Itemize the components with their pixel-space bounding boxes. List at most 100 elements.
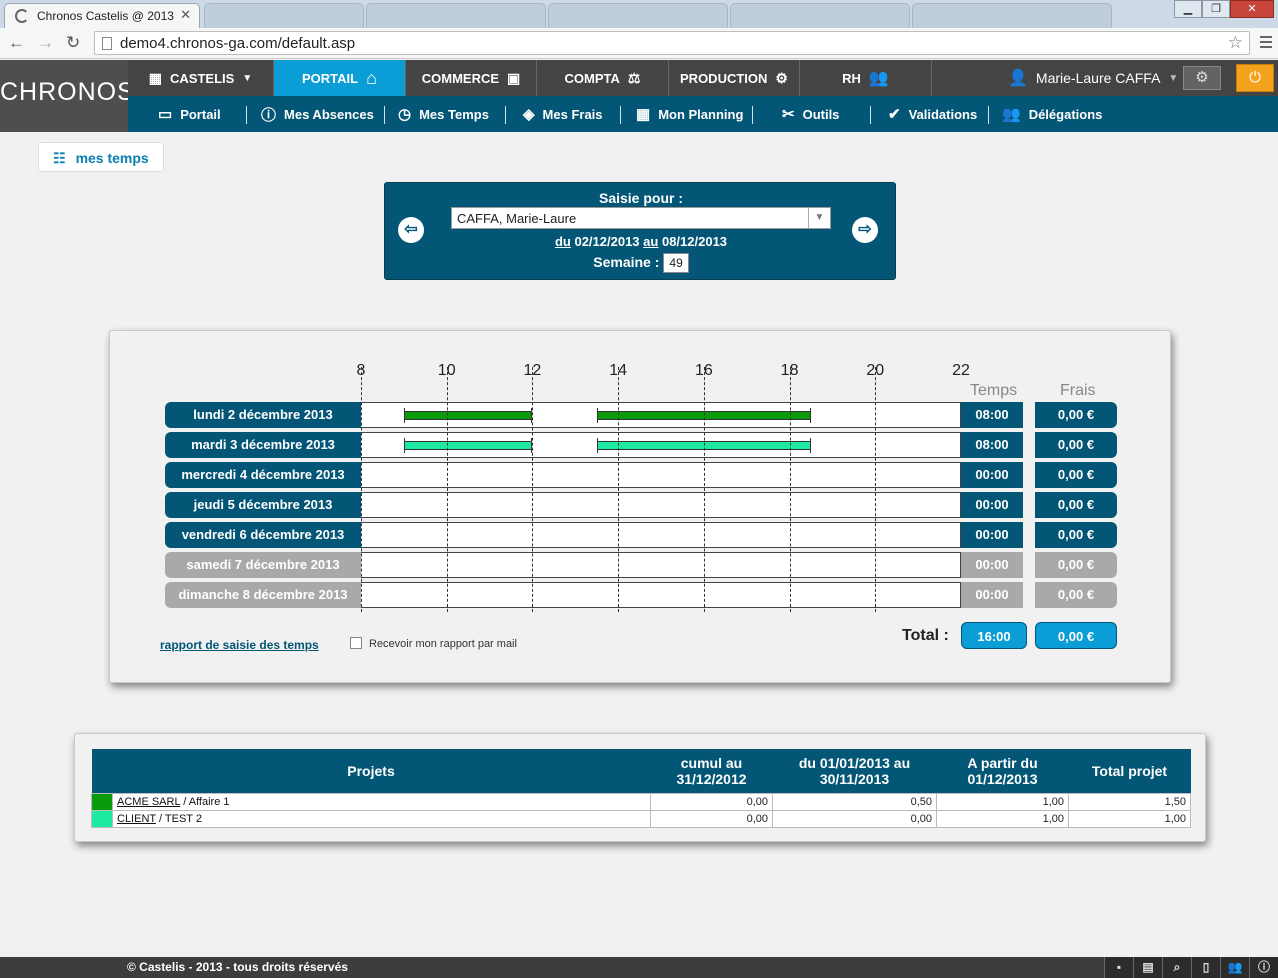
day-frais[interactable]: 0,00 € (1035, 462, 1117, 488)
project-color-swatch (91, 792, 113, 811)
back-icon[interactable]: ← (8, 33, 25, 53)
day-track[interactable] (361, 522, 961, 548)
browser-tab[interactable] (548, 3, 728, 28)
day-track[interactable] (361, 492, 961, 518)
maximize-icon[interactable]: ❐ (1202, 0, 1230, 18)
du-link[interactable]: du (555, 234, 571, 249)
hour-gridline (789, 367, 791, 612)
sub-navigation: ▭ Portail ⓘ Mes Absences ◷ Mes Temps ◈ Mes F… (128, 96, 1278, 132)
day-track[interactable] (361, 552, 961, 578)
logo[interactable]: CHRONOS (0, 60, 134, 132)
day-row[interactable]: samedi 7 décembre 2013 00:00 0,00 € (165, 552, 1172, 578)
topnav-label: COMMERCE (421, 70, 500, 86)
info-icon[interactable]: ⓘ (1249, 957, 1278, 978)
project-client-link[interactable]: CLIENT (117, 813, 156, 825)
day-label[interactable]: dimanche 8 décembre 2013 (165, 582, 361, 608)
subnav-mon-planning[interactable]: ▦ Mon Planning (636, 96, 743, 132)
day-label[interactable]: jeudi 5 décembre 2013 (165, 492, 361, 518)
day-label[interactable]: vendredi 6 décembre 2013 (165, 522, 361, 548)
day-frais[interactable]: 0,00 € (1035, 582, 1117, 608)
au-link[interactable]: au (643, 234, 658, 249)
day-frais[interactable]: 0,00 € (1035, 492, 1117, 518)
day-row[interactable]: lundi 2 décembre 2013 08:00 0,00 € (165, 402, 1172, 428)
project-client-link[interactable]: ACME SARL (117, 796, 180, 808)
prev-week-arrow-icon[interactable]: ⇦ (398, 217, 424, 243)
browser-tab-active[interactable]: Chronos Castelis @ 2013 ✕ (4, 3, 200, 28)
time-entry-bar[interactable] (403, 408, 533, 423)
day-label[interactable]: samedi 7 décembre 2013 (165, 552, 361, 578)
report-link[interactable]: rapport de saisie des temps (160, 638, 319, 652)
day-temps: 08:00 (961, 402, 1023, 428)
date-range: du 02/12/2013 au 08/12/2013 (385, 234, 897, 249)
day-track[interactable] (361, 432, 961, 458)
user-menu[interactable]: 👤 Marie-Laure CAFFA ▼ (1008, 60, 1178, 96)
project-name: ACME SARL / Affaire 1 (112, 792, 651, 811)
topnav-compta[interactable]: COMPTA ⚖ (537, 60, 669, 96)
day-track[interactable] (361, 582, 961, 608)
subnav-validations[interactable]: ✔ Validations (888, 96, 977, 132)
reload-icon[interactable]: ↻ (66, 33, 80, 53)
mail-report-checkbox[interactable] (350, 637, 362, 649)
users-icon[interactable]: 👥 (1220, 957, 1249, 978)
subnav-mes-frais[interactable]: ◈ Mes Frais (523, 96, 603, 132)
frais-column-header: Frais (1060, 382, 1096, 399)
forward-icon[interactable]: → (37, 33, 54, 53)
day-row[interactable]: vendredi 6 décembre 2013 00:00 0,00 € (165, 522, 1172, 548)
next-week-arrow-icon[interactable]: ⇨ (852, 217, 878, 243)
settings-button[interactable]: ⚙ (1183, 66, 1221, 90)
excel-icon[interactable]: ▤ (1133, 957, 1162, 978)
day-frais[interactable]: 0,00 € (1035, 432, 1117, 458)
topnav-production[interactable]: PRODUCTION ⚙ (669, 60, 800, 96)
topnav-portail[interactable]: PORTAIL ⌂ (274, 60, 406, 96)
subnav-delegations[interactable]: 👥 Délégations (1002, 96, 1102, 132)
time-entry-bar[interactable] (403, 438, 533, 453)
bookmark-star-icon[interactable]: ☆ (1228, 33, 1243, 53)
day-row[interactable]: mardi 3 décembre 2013 08:00 0,00 € (165, 432, 1172, 458)
browser-tab[interactable] (912, 3, 1112, 28)
save-icon[interactable]: ▪ (1104, 957, 1133, 978)
minimize-icon[interactable]: ▁ (1174, 0, 1202, 18)
total-temps: 16:00 (961, 622, 1027, 649)
topnav-rh[interactable]: RH 👥 (800, 60, 932, 96)
project-affaire-link[interactable]: / Affaire 1 (180, 796, 229, 808)
browser-menu-icon[interactable] (1260, 36, 1272, 51)
document-icon[interactable]: ▯ (1191, 957, 1220, 978)
project-affaire-link[interactable]: / TEST 2 (156, 813, 202, 825)
day-row[interactable]: jeudi 5 décembre 2013 00:00 0,00 € (165, 492, 1172, 518)
day-label[interactable]: mercredi 4 décembre 2013 (165, 462, 361, 488)
total-cell: 1,00 (1068, 809, 1191, 828)
subnav-portail[interactable]: ▭ Portail (158, 96, 221, 132)
subnav-mes-temps[interactable]: ◷ Mes Temps (398, 96, 489, 132)
day-label[interactable]: mardi 3 décembre 2013 (165, 432, 361, 458)
url-text: demo4.chronos-ga.com/default.asp (120, 35, 356, 52)
close-window-icon[interactable]: ✕ (1230, 0, 1274, 18)
subnav-mes-absences[interactable]: ⓘ Mes Absences (261, 96, 374, 132)
day-label[interactable]: lundi 2 décembre 2013 (165, 402, 361, 428)
hour-gridline (618, 367, 620, 612)
hour-gridline (361, 367, 362, 612)
search-icon[interactable]: ⌕ (1162, 957, 1191, 978)
power-icon: ⏻ (1249, 69, 1261, 86)
info-icon: ⓘ (261, 106, 277, 124)
day-row[interactable]: dimanche 8 décembre 2013 00:00 0,00 € (165, 582, 1172, 608)
logout-button[interactable]: ⏻ (1236, 64, 1274, 92)
day-track[interactable] (361, 402, 961, 428)
clock-icon: ◷ (398, 106, 412, 123)
week-input[interactable]: 49 (663, 253, 689, 273)
day-frais[interactable]: 0,00 € (1035, 402, 1117, 428)
topnav-castelis[interactable]: ▦ CASTELIS ▼ (128, 60, 274, 96)
url-input[interactable]: demo4.chronos-ga.com/default.asp ☆ (94, 31, 1250, 55)
topnav-commerce[interactable]: COMMERCE ▣ (406, 60, 537, 96)
browser-tab[interactable] (366, 3, 546, 28)
subnav-outils[interactable]: ✂ Outils (782, 96, 839, 132)
chevron-down-icon[interactable]: ▼ (808, 208, 830, 228)
day-row[interactable]: mercredi 4 décembre 2013 00:00 0,00 € (165, 462, 1172, 488)
browser-tab[interactable] (730, 3, 910, 28)
browser-tab[interactable] (204, 3, 364, 28)
day-frais[interactable]: 0,00 € (1035, 552, 1117, 578)
day-frais[interactable]: 0,00 € (1035, 522, 1117, 548)
tab-close-icon[interactable]: ✕ (180, 7, 191, 23)
person-select[interactable]: CAFFA, Marie-Laure ▼ (451, 207, 831, 229)
calendar-icon: ▦ (636, 106, 651, 123)
day-track[interactable] (361, 462, 961, 488)
